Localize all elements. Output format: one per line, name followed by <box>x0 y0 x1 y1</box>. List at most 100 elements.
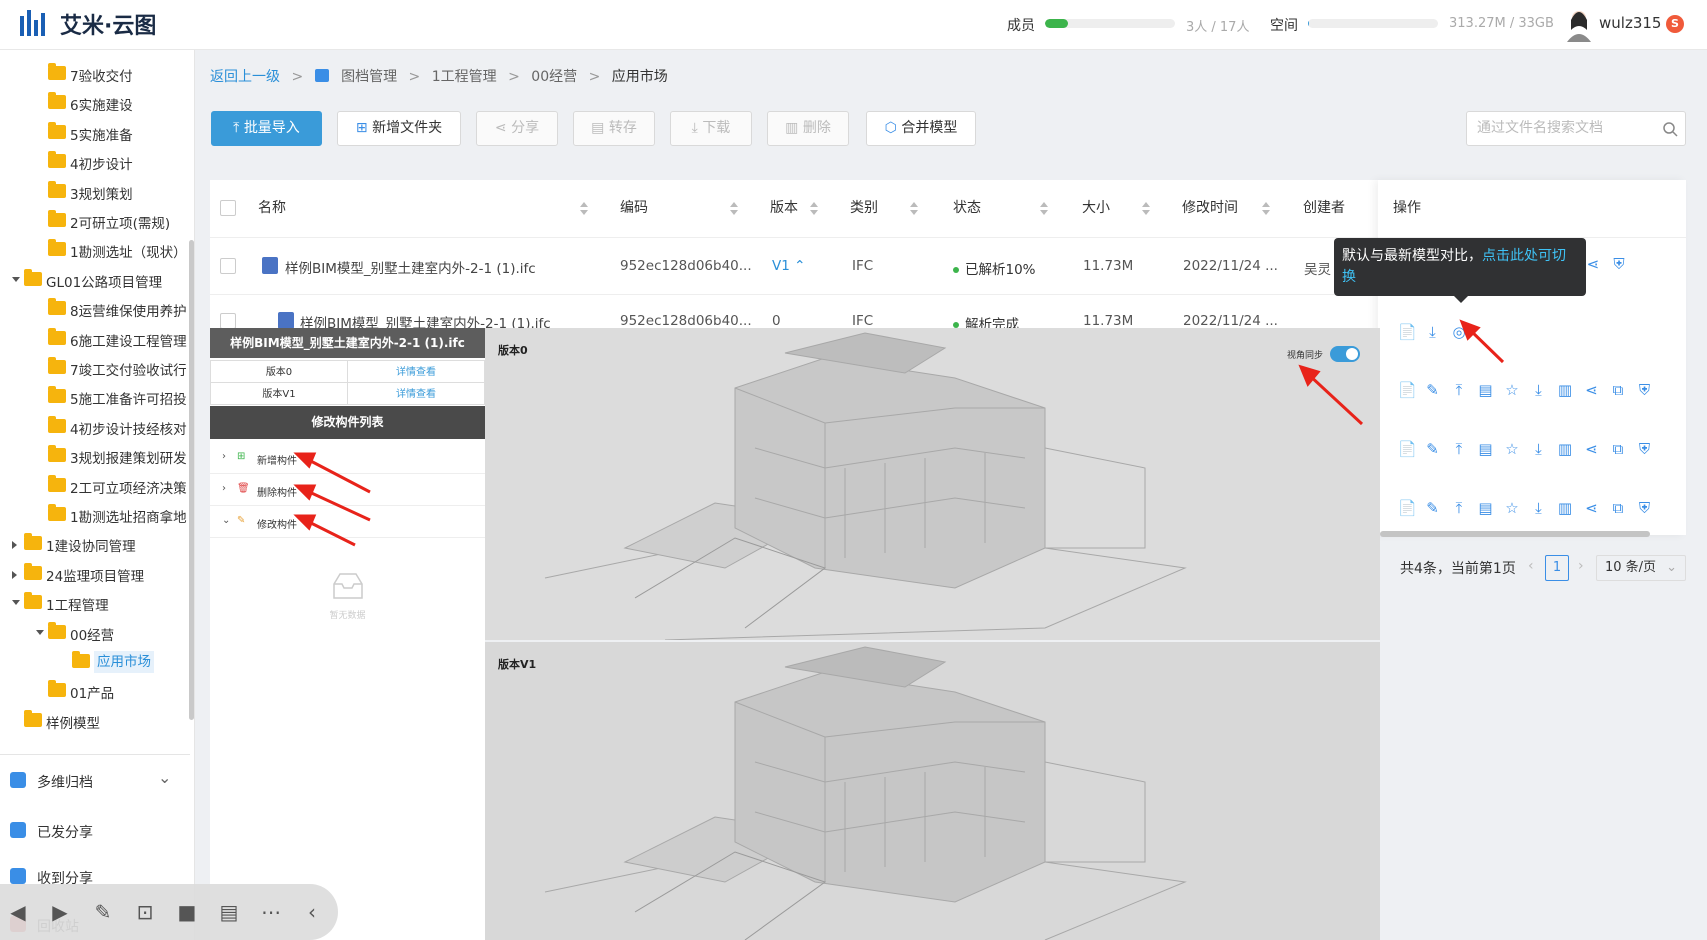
col-header-name[interactable]: 名称 <box>258 180 286 237</box>
share-button[interactable]: ⋖ 分享 <box>476 111 558 146</box>
tree-item[interactable]: 1建设协同管理 <box>0 532 190 558</box>
tree-item[interactable]: 8运营维保使用养护 <box>0 297 190 323</box>
shield-icon[interactable]: ⛨ <box>1637 441 1653 457</box>
share-icon[interactable]: ⋖ <box>1584 382 1600 398</box>
tree-item[interactable]: 24监理项目管理 <box>0 562 190 588</box>
tree-item[interactable]: 7验收交付 <box>0 62 190 88</box>
component-group[interactable]: › 🗑 删除构件 <box>210 474 485 506</box>
delete-button[interactable]: ▥ 删除 <box>767 111 849 146</box>
tree-item[interactable]: 00经营 <box>0 621 190 647</box>
tree-item[interactable]: 1工程管理 <box>0 591 190 617</box>
new-folder-button[interactable]: ⊞ 新增文件夹 <box>337 111 461 146</box>
doc-icon[interactable]: 📄 <box>1398 441 1417 457</box>
next-page-icon[interactable]: › <box>1578 558 1584 574</box>
tree-item[interactable]: 样例模型 <box>0 709 190 735</box>
screenshot-icon[interactable]: ⊡ <box>133 900 157 924</box>
detail-link[interactable]: 详情查看 <box>347 360 485 383</box>
doc-icon[interactable]: 📄 <box>1398 382 1417 398</box>
compare-icon[interactable]: ⧉ <box>1610 441 1626 457</box>
batch-import-button[interactable]: ⤒ 批量导入 <box>211 111 322 146</box>
caret-down-icon[interactable] <box>12 600 20 606</box>
save-icon[interactable]: ▤ <box>1478 441 1494 457</box>
back-link[interactable]: 返回上一级 <box>210 69 280 85</box>
shield-icon[interactable]: ⛨ <box>1637 382 1653 398</box>
sort-icon[interactable] <box>1142 202 1150 216</box>
upload-icon[interactable]: ⤒ <box>1451 500 1467 516</box>
tree-item[interactable]: 4初步设计技经核对 <box>0 415 190 441</box>
tree-item[interactable]: 4初步设计 <box>0 150 190 176</box>
sort-icon[interactable] <box>910 202 918 216</box>
download-icon[interactable]: ⤓ <box>1531 500 1547 516</box>
caret-down-icon[interactable] <box>12 276 20 282</box>
share-icon[interactable]: ⋖ <box>1585 256 1601 272</box>
tree-item[interactable]: 6施工建设工程管理 <box>0 327 190 353</box>
sidebar-nav-item[interactable]: 多维归档 ⌄ <box>0 764 190 798</box>
col-header-category[interactable]: 类别 <box>850 180 878 237</box>
version-compare-icon[interactable]: ◎ <box>1451 324 1467 340</box>
collapse-icon[interactable]: ‹ <box>300 900 324 924</box>
tree-item[interactable]: 2工可立项经济决策 <box>0 474 190 500</box>
component-group[interactable]: › ⊞ 新增构件 <box>210 442 485 474</box>
sort-icon[interactable] <box>810 202 818 216</box>
component-group[interactable]: ⌄ ✎ 修改构件 <box>210 506 485 538</box>
username[interactable]: wulz315 <box>1599 14 1661 32</box>
expand-caret-icon[interactable]: › <box>222 483 226 494</box>
rewind-icon[interactable]: ◀ <box>6 900 30 924</box>
trash-icon[interactable]: ▥ <box>1557 441 1573 457</box>
search-input[interactable] <box>1477 120 1647 136</box>
col-header-size[interactable]: 大小 <box>1082 180 1110 237</box>
search-icon[interactable] <box>1663 122 1678 137</box>
tree-item[interactable]: 3规划策划 <box>0 180 190 206</box>
page-number[interactable]: 1 <box>1545 555 1569 581</box>
compare-icon[interactable]: ⧉ <box>1610 500 1626 516</box>
share-icon[interactable]: ⋖ <box>1584 500 1600 516</box>
tree-item[interactable]: 5施工准备许可招投 <box>0 385 190 411</box>
tree-item[interactable]: 1勘测选址（现状） <box>0 238 190 264</box>
caret-right-icon[interactable] <box>12 570 17 579</box>
download-icon[interactable]: ⤓ <box>1531 382 1547 398</box>
tree-item[interactable]: 2可研立项(需规) <box>0 209 190 235</box>
edit-icon[interactable]: ✎ <box>1425 500 1441 516</box>
tree-item[interactable]: 5实施准备 <box>0 121 190 147</box>
play-icon[interactable]: ▶ <box>48 900 72 924</box>
tree-item[interactable]: 1勘测选址招商拿地 <box>0 503 190 529</box>
save-icon[interactable]: ▤ <box>1478 500 1494 516</box>
doc-icon[interactable]: 📄 <box>1398 500 1417 516</box>
prev-page-icon[interactable]: ‹ <box>1528 558 1534 574</box>
tree-item[interactable]: GL01公路项目管理 <box>0 268 190 294</box>
download-icon[interactable]: ⤓ <box>1531 441 1547 457</box>
expand-caret-icon[interactable]: ⌄ <box>222 515 230 526</box>
sidebar-scrollbar[interactable] <box>189 240 194 720</box>
doc-icon[interactable]: 📄 <box>1398 324 1417 340</box>
star-icon[interactable]: ☆ <box>1504 441 1520 457</box>
caret-right-icon[interactable] <box>12 541 17 550</box>
expand-caret-icon[interactable]: › <box>222 451 226 462</box>
select-all-checkbox[interactable] <box>220 200 236 216</box>
breadcrumb-item[interactable]: 1工程管理 <box>432 69 497 85</box>
download-icon[interactable]: ⤓ <box>1425 324 1441 340</box>
tree-item[interactable]: 01产品 <box>0 679 190 705</box>
chevron-down-icon[interactable]: ⌄ <box>158 768 171 787</box>
star-icon[interactable]: ☆ <box>1504 500 1520 516</box>
avatar[interactable] <box>1565 8 1593 42</box>
trash-icon[interactable]: ▥ <box>1557 382 1573 398</box>
row-checkbox[interactable] <box>220 313 236 329</box>
pen-icon[interactable]: ✎ <box>91 900 115 924</box>
share-icon[interactable]: ⋖ <box>1584 441 1600 457</box>
model-viewer-versionV1[interactable]: 版本V1 <box>485 642 1380 940</box>
comment-icon[interactable]: ▤ <box>217 900 241 924</box>
tree-item[interactable]: 应用市场 <box>0 650 190 676</box>
more-icon[interactable]: ⋯ <box>259 900 283 924</box>
edit-icon[interactable]: ✎ <box>1425 441 1441 457</box>
edit-icon[interactable]: ✎ <box>1425 382 1441 398</box>
tree-item[interactable]: 3规划报建策划研发 <box>0 444 190 470</box>
sort-icon[interactable] <box>1262 202 1270 216</box>
col-header-version[interactable]: 版本 <box>770 180 798 237</box>
breadcrumb-item[interactable]: 图档管理 <box>341 69 397 85</box>
save-icon[interactable]: ▤ <box>1478 382 1494 398</box>
upload-icon[interactable]: ⤒ <box>1451 441 1467 457</box>
upload-icon[interactable]: ⤒ <box>1451 382 1467 398</box>
file-name[interactable]: 样例BIM模型_别墅土建室内外-2-1 (1).ifc <box>285 257 536 277</box>
table-hscrollbar[interactable] <box>1380 531 1650 537</box>
download-button[interactable]: ⤓ 下载 <box>670 111 752 146</box>
